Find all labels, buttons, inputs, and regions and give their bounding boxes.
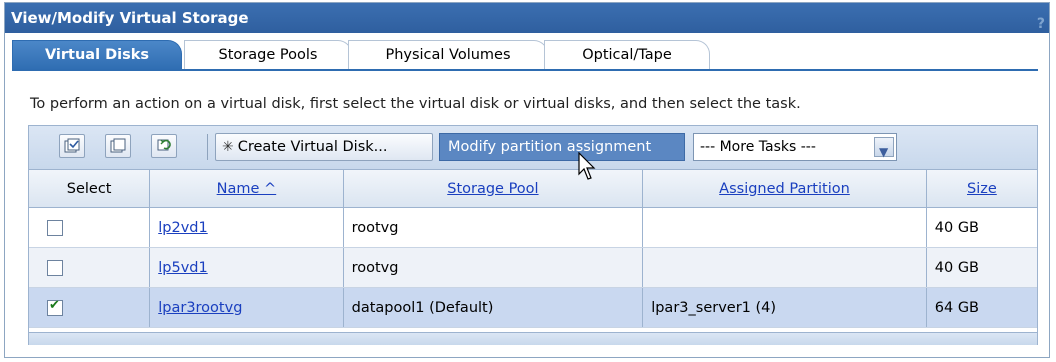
sort-by-partition-link[interactable]: Assigned Partition: [719, 181, 850, 197]
table-header-row: Select Name ^ Storage Pool Assigned Part…: [29, 170, 1037, 208]
column-header-size[interactable]: Size: [926, 170, 1037, 208]
row-checkbox[interactable]: [47, 219, 63, 236]
size-cell: 40 GB: [926, 207, 1037, 248]
window-title: View/Modify Virtual Storage: [11, 9, 249, 27]
row-checkbox[interactable]: [47, 298, 63, 316]
disk-name-link[interactable]: lp2vd1: [158, 220, 207, 236]
mouse-pointer-icon: [578, 152, 596, 180]
create-virtual-disk-label: Create Virtual Disk...: [237, 139, 388, 155]
modify-partition-assignment-button[interactable]: Modify partition assignment: [439, 133, 685, 161]
storage-pool-cell: rootvg: [343, 207, 644, 248]
sort-by-size-link[interactable]: Size: [967, 181, 997, 197]
virtual-disks-panel: ✳ Create Virtual Disk... Modify partition…: [28, 125, 1038, 345]
tab-physical-volumes[interactable]: Physical Volumes: [348, 40, 548, 69]
table-toolbar: ✳ Create Virtual Disk... Modify partition…: [29, 126, 1037, 170]
disk-name-link[interactable]: lp5vd1: [158, 260, 207, 276]
table-row: lp5vd1 rootvg 40 GB: [29, 247, 1037, 288]
create-virtual-disk-button[interactable]: ✳ Create Virtual Disk...: [215, 133, 433, 161]
asterisk-icon: ✳: [222, 139, 234, 155]
table-row: lpar3rootvg datapool1 (Default) lpar3_se…: [29, 287, 1037, 328]
sort-by-name-link[interactable]: Name ^: [217, 181, 277, 197]
tab-strip: Virtual Disks Storage Pools Physical Vol…: [12, 40, 1046, 71]
name-cell: lp2vd1: [149, 207, 344, 248]
disk-name-link[interactable]: lpar3rootvg: [158, 300, 242, 316]
sort-by-storage-pool-link[interactable]: Storage Pool: [447, 181, 538, 197]
assigned-partition-cell: [642, 207, 927, 248]
name-cell: lp5vd1: [149, 247, 344, 288]
storage-pool-cell: datapool1 (Default): [343, 287, 644, 328]
tab-underline: [12, 69, 1038, 71]
help-icon[interactable]: ?: [1037, 9, 1045, 39]
row-select-cell: [29, 247, 151, 288]
tab-virtual-disks[interactable]: Virtual Disks: [12, 40, 182, 71]
assigned-partition-cell: lpar3_server1 (4): [642, 287, 927, 328]
select-all-icon[interactable]: [59, 134, 85, 158]
more-tasks-select[interactable]: --- More Tasks --- ▼: [693, 133, 897, 161]
size-cell: 64 GB: [926, 287, 1037, 328]
storage-pool-cell: rootvg: [343, 247, 644, 288]
refresh-icon[interactable]: [151, 134, 177, 158]
virtual-disks-table: Select Name ^ Storage Pool Assigned Part…: [29, 170, 1037, 328]
row-select-cell: [29, 287, 151, 328]
instruction-text: To perform an action on a virtual disk, …: [30, 96, 801, 112]
tab-optical-tape[interactable]: Optical/Tape: [544, 40, 710, 69]
table-footer: [29, 332, 1037, 345]
deselect-all-icon[interactable]: [105, 134, 131, 158]
column-header-assigned-partition[interactable]: Assigned Partition: [642, 170, 927, 208]
toolbar-separator: [207, 134, 208, 160]
column-header-select: Select: [29, 170, 151, 208]
name-cell: lpar3rootvg: [149, 287, 344, 328]
assigned-partition-cell: [642, 247, 927, 288]
table-row: lp2vd1 rootvg 40 GB: [29, 207, 1037, 248]
column-header-name[interactable]: Name ^: [149, 170, 344, 208]
row-select-cell: [29, 207, 151, 248]
size-cell: 40 GB: [926, 247, 1037, 288]
row-checkbox[interactable]: [47, 259, 63, 276]
more-tasks-value: --- More Tasks ---: [700, 139, 816, 155]
window-title-bar: View/Modify Virtual Storage ?: [5, 3, 1049, 33]
tab-storage-pools[interactable]: Storage Pools: [184, 40, 352, 69]
dropdown-arrow-icon[interactable]: ▼: [874, 137, 894, 159]
